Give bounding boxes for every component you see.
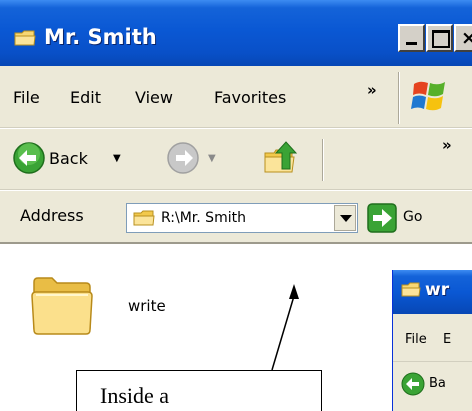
annotation-callout: Inside a	[76, 370, 322, 411]
close-button[interactable]: ×	[454, 24, 472, 52]
address-bar: Address R:\Mr. Smith Go	[0, 190, 472, 244]
back-history-chevron-icon[interactable]: ▼	[113, 153, 121, 164]
secondary-window-title: wr	[425, 280, 450, 300]
address-value[interactable]: R:\Mr. Smith	[161, 210, 246, 226]
up-folder-icon[interactable]	[262, 139, 300, 177]
folder-icon	[133, 210, 155, 226]
menu-edit[interactable]: Edit	[70, 88, 101, 107]
back-arrow-icon[interactable]	[401, 372, 425, 396]
secondary-title-bar[interactable]: wr	[393, 270, 472, 314]
maximize-button[interactable]	[426, 24, 453, 52]
forward-history-chevron-icon[interactable]: ▼	[208, 153, 216, 164]
callout-text: Inside a	[100, 383, 170, 408]
toolbar-overflow-chevron-icon[interactable]: »	[442, 136, 452, 154]
folder-icon	[401, 282, 421, 297]
secondary-menu-file[interactable]: File	[405, 332, 427, 347]
menu-view[interactable]: View	[135, 88, 173, 107]
window-title: Mr. Smith	[44, 25, 157, 49]
secondary-explorer-window: wr File E Ba	[392, 270, 472, 411]
go-button-label[interactable]: Go	[403, 209, 422, 225]
windows-logo-icon	[411, 81, 445, 111]
toolbar-divider	[322, 139, 324, 181]
forward-arrow-icon[interactable]	[166, 141, 200, 175]
go-arrow-icon[interactable]	[367, 203, 397, 233]
folder-icon	[14, 30, 36, 46]
address-dropdown-button[interactable]	[334, 205, 356, 231]
secondary-toolbar: Ba	[393, 362, 472, 411]
secondary-back-label[interactable]: Ba	[429, 376, 446, 391]
minimize-button[interactable]	[398, 24, 425, 52]
menu-favorites[interactable]: Favorites	[214, 88, 286, 107]
title-bar[interactable]: Mr. Smith ×	[0, 0, 472, 66]
standard-toolbar: Back ▼ ▼ »	[0, 128, 472, 190]
back-arrow-icon[interactable]	[12, 141, 46, 175]
address-label: Address	[20, 206, 84, 225]
secondary-menu-edit[interactable]: E	[443, 332, 451, 347]
menu-bar: File Edit View Favorites »	[0, 66, 472, 128]
address-input[interactable]: R:\Mr. Smith	[126, 203, 358, 233]
back-button-label[interactable]: Back	[49, 149, 88, 168]
folder-item-label[interactable]: write	[128, 297, 166, 315]
menu-divider	[398, 72, 400, 124]
folder-icon[interactable]	[30, 272, 94, 338]
secondary-menu-bar: File E	[393, 314, 472, 362]
explorer-window: Mr. Smith × File Edit View Favorites » B…	[0, 0, 472, 411]
close-icon: ×	[461, 27, 472, 49]
menu-overflow-chevron-icon[interactable]: »	[367, 81, 377, 99]
menu-file[interactable]: File	[13, 88, 40, 107]
